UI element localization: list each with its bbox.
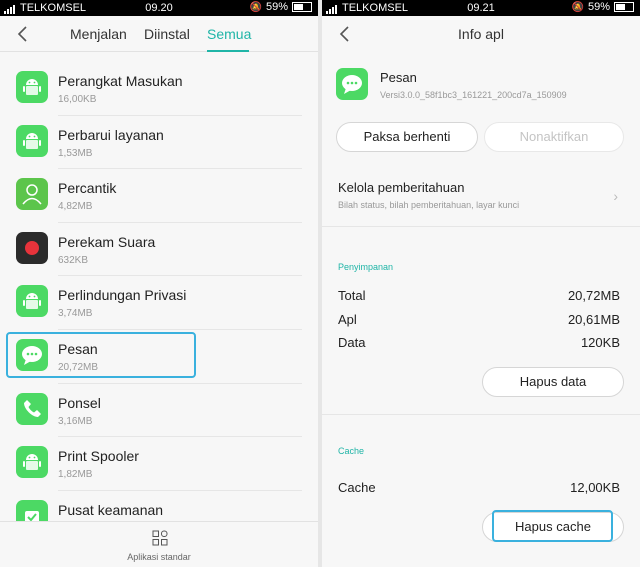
tab-menjalan[interactable]: Menjalan: [70, 26, 127, 42]
app-summary: Pesan Versi3.0.0_58f1bc3_161221_200cd7a_…: [336, 68, 640, 108]
tab-semua[interactable]: Semua: [207, 26, 251, 42]
battery-percent: 59%: [587, 1, 610, 13]
status-bar: TELKOMSEL 09.20 🔕 59%: [0, 0, 318, 16]
android-icon: [16, 446, 48, 479]
app-size: 1,82MB: [58, 469, 93, 481]
storage-key: Apl: [338, 312, 357, 327]
storage-value: 20,72MB: [567, 288, 620, 303]
app-list-item[interactable]: Perekam Suara 632KB: [0, 223, 318, 277]
app-list-item[interactable]: Percantik 4,82MB: [0, 169, 318, 223]
force-stop-button[interactable]: Paksa berhenti: [336, 122, 478, 152]
app-list-item[interactable]: Perlindungan Privasi 3,74MB: [0, 276, 318, 330]
storage-value: 20,61MB: [567, 312, 620, 327]
app-list-screen: TELKOMSEL 09.20 🔕 59% Menjalan Diinstal …: [0, 0, 318, 567]
storage-key: Total: [338, 288, 366, 303]
mute-icon: 🔕: [571, 1, 584, 13]
app-name: Ponsel: [58, 394, 101, 411]
person-icon: [16, 178, 48, 211]
app-version: Versi3.0.0_58f1bc3_161221_200cd7a_150909: [380, 90, 567, 100]
app-name: Perangkat Masukan: [58, 73, 183, 89]
page-title: Info apl: [458, 26, 504, 42]
status-bar: TELKOMSEL 09.21 🔕 59%: [322, 0, 640, 16]
mute-icon: 🔕: [249, 1, 262, 13]
manage-notifications-title[interactable]: Kelola pemberitahuan: [338, 180, 624, 195]
battery-percent: 59%: [265, 1, 288, 13]
app-list-item[interactable]: Perangkat Masukan 16,00KB: [0, 62, 318, 116]
app-list: Perangkat Masukan 16,00KB Perbarui layanan…: [0, 62, 318, 545]
record-icon: [16, 231, 48, 264]
tab-diinstal[interactable]: Diinstal: [144, 26, 190, 42]
default-apps-label[interactable]: Aplikasi standar: [0, 552, 318, 562]
disable-button[interactable]: Nonaktifkan: [484, 122, 624, 152]
app-size: 4,82MB: [58, 201, 93, 213]
app-list-item[interactable]: Ponsel 3,16MB: [0, 384, 318, 438]
battery-icon: [292, 2, 312, 12]
manage-notifications[interactable]: Kelola pemberitahuan Bilah status, bilah…: [338, 180, 624, 210]
app-size: 1,53MB: [58, 147, 93, 159]
app-size: 3,16MB: [58, 415, 93, 427]
divider: [322, 414, 640, 415]
app-name: Perlindungan Privasi: [58, 287, 187, 304]
tab-header: Menjalan Diinstal Semua: [0, 16, 318, 52]
app-list-item[interactable]: Print Spooler 1,82MB: [0, 437, 318, 491]
app-list-item[interactable]: Perbarui layanan 1,53MB: [0, 116, 318, 170]
app-name: Pesan: [380, 70, 417, 85]
back-icon[interactable]: [14, 24, 32, 44]
active-tab-indicator: [207, 50, 249, 52]
cache-value: 12,00KB: [570, 480, 620, 495]
default-apps-icon[interactable]: [152, 530, 168, 546]
android-icon: [16, 124, 48, 157]
storage-section-label: Penyimpanan: [338, 262, 394, 272]
storage-value: 120KB: [580, 335, 620, 350]
app-name: Print Spooler: [58, 448, 139, 465]
app-name: Perekam Suara: [58, 233, 156, 250]
chevron-right-icon: ›: [613, 188, 618, 204]
app-name: Percantik: [58, 180, 117, 197]
divider: [322, 226, 640, 227]
app-info-screen: TELKOMSEL 09.21 🔕 59% Info apl Pesan Ver…: [322, 0, 640, 567]
android-icon: [16, 71, 48, 103]
app-size: 16,00KB: [58, 94, 97, 105]
selection-highlight: [492, 510, 613, 542]
android-icon: [16, 285, 48, 318]
app-size: 3,74MB: [58, 308, 93, 320]
phone-icon: [16, 392, 48, 425]
selection-highlight: [6, 332, 196, 378]
app-name: Pusat keamanan: [58, 501, 164, 518]
battery-icon: [614, 2, 634, 12]
app-info-header: Info apl: [322, 16, 640, 52]
cache-key: Cache: [338, 480, 376, 495]
chat-icon: [336, 68, 368, 100]
cache-section-label: Cache: [338, 446, 365, 456]
storage-key: Data: [338, 335, 366, 350]
clear-data-button[interactable]: Hapus data: [482, 367, 624, 397]
bottom-bar[interactable]: Aplikasi standar: [0, 521, 318, 567]
app-name: Perbarui layanan: [58, 126, 164, 143]
manage-notifications-subtitle: Bilah status, bilah pemberitahuan, layar…: [338, 200, 520, 210]
app-size: 632KB: [58, 254, 89, 266]
